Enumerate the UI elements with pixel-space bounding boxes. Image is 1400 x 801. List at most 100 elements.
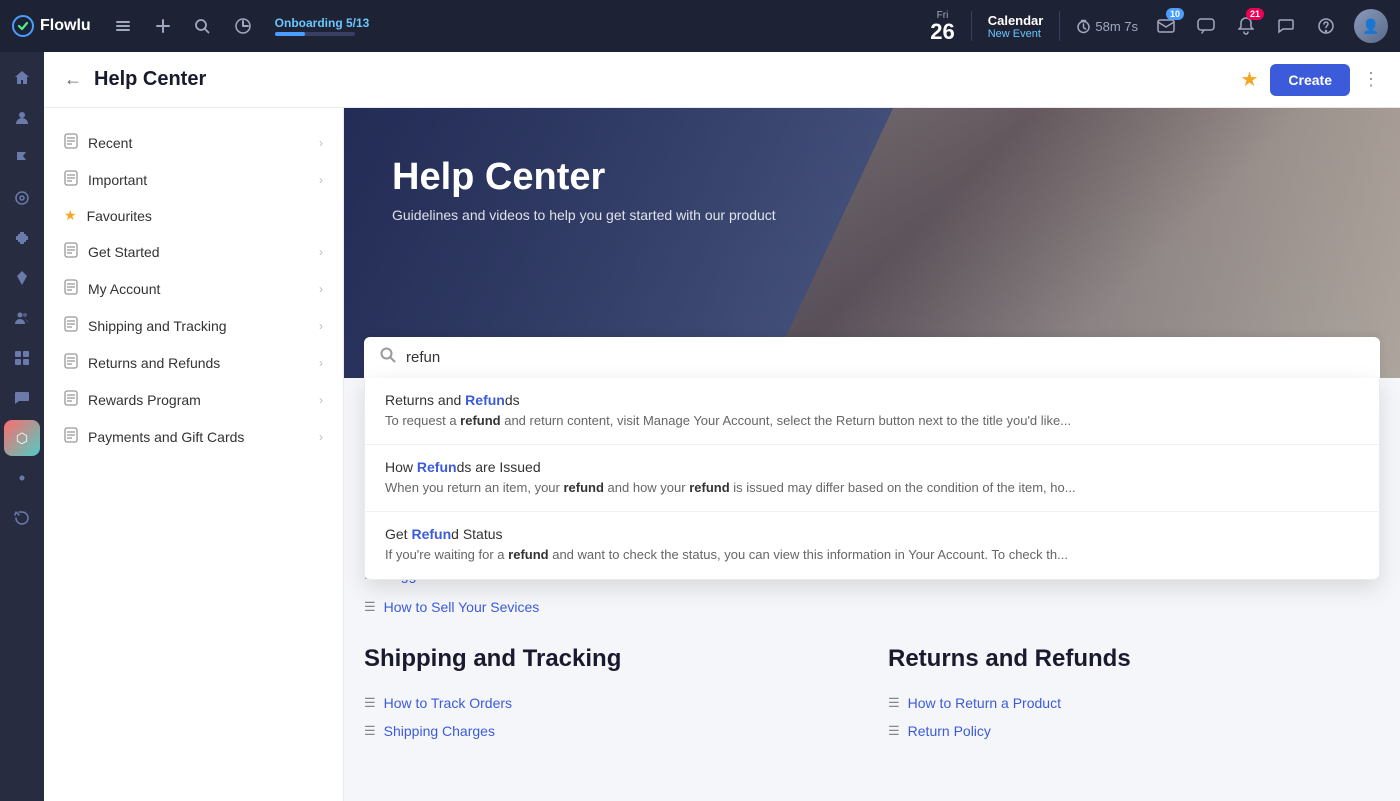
left-sidebar: ⬡ [0, 52, 44, 801]
result-snippet-2: If you're waiting for a refund and want … [385, 546, 1359, 564]
add-button[interactable] [147, 10, 179, 42]
activity-button[interactable] [227, 10, 259, 42]
get-started-label: Get Started [88, 244, 309, 260]
favorite-button[interactable]: ★ [1240, 67, 1258, 92]
search-result-2[interactable]: Get Refund Status If you're waiting for a… [365, 512, 1379, 578]
article-track-orders[interactable]: ☰ How to Track Orders [364, 689, 856, 717]
sidebar-icon-users[interactable] [4, 300, 40, 336]
returns-section-title: Returns and Refunds [888, 645, 1380, 673]
search-button[interactable] [187, 10, 219, 42]
sidebar-item-shipping-tracking[interactable]: Shipping and Tracking› [44, 307, 343, 344]
mail-button[interactable]: 10 [1150, 10, 1182, 42]
important-arrow: › [319, 173, 323, 187]
sidebar-icon-diamond[interactable] [4, 260, 40, 296]
shipping-tracking-icon [64, 316, 78, 335]
create-button[interactable]: Create [1270, 64, 1350, 96]
important-label: Important [88, 172, 309, 188]
chat-button[interactable] [1190, 10, 1222, 42]
hero-title: Help Center [392, 156, 776, 199]
articles-sections-grid: Shipping and Tracking ☰ How to Track Ord… [364, 645, 1380, 745]
onboarding-pill[interactable]: Onboarding 5/13 [275, 16, 370, 36]
calendar-widget[interactable]: Calendar New Event [988, 13, 1044, 40]
sidebar-item-favourites[interactable]: ★ Favourites [44, 198, 343, 233]
main-area: ← Help Center ★ Create ⋮ Recent›Importan… [44, 52, 1400, 801]
result-title-0: Returns and Refunds [385, 392, 1359, 408]
divider-2 [1059, 11, 1060, 41]
my-account-label: My Account [88, 281, 309, 297]
help-header: ← Help Center ★ Create ⋮ [44, 52, 1400, 108]
sidebar-icon-person[interactable] [4, 100, 40, 136]
onboarding-progress-fill [275, 32, 305, 36]
search-result-1[interactable]: How Refunds are IssuedWhen you return an… [365, 445, 1379, 512]
sidebar-icon-puzzle[interactable] [4, 220, 40, 256]
hero-banner: Help Center Guidelines and videos to hel… [344, 108, 1400, 378]
result-snippet-1: When you return an item, your refund and… [385, 479, 1359, 497]
hero-text: Help Center Guidelines and videos to hel… [392, 156, 776, 223]
my-account-icon [64, 279, 78, 298]
result-title-2: Get Refund Status [385, 526, 1359, 542]
article-return-policy[interactable]: ☰ Return Policy [888, 717, 1380, 745]
sidebar-item-get-started[interactable]: Get Started› [44, 233, 343, 270]
search-input[interactable] [406, 349, 1364, 366]
sidebar-item-rewards-program[interactable]: Rewards Program› [44, 381, 343, 418]
top-navigation: Flowlu Onboarding 5/13 Fri 26 [0, 0, 1400, 52]
help-panel: ← Help Center ★ Create ⋮ Recent›Importan… [44, 52, 1400, 801]
policy-icon: ☰ [888, 723, 900, 739]
recent-label: Recent [88, 135, 309, 151]
timer-display[interactable]: 58m 7s [1076, 19, 1138, 34]
help-content: Recent›Important›★FavouritesGet Started›… [44, 108, 1400, 801]
more-options-button[interactable]: ⋮ [1362, 69, 1380, 90]
sidebar-item-my-account[interactable]: My Account › [44, 270, 343, 307]
sidebar-icon-settings[interactable] [4, 460, 40, 496]
search-dropdown: Returns and Refunds To request a refund a… [364, 378, 1380, 580]
track-icon: ☰ [364, 695, 376, 711]
notifications-button[interactable]: 21 [1230, 10, 1262, 42]
rewards-program-icon [64, 390, 78, 409]
favourites-label: Favourites [87, 208, 323, 224]
article-link-sell[interactable]: ☰ How to Sell Your Sevices [364, 593, 1380, 621]
sidebar-icon-grid[interactable] [4, 340, 40, 376]
returns-refunds-arrow: › [319, 356, 323, 370]
result-snippet-0: To request a refund and return content, … [385, 412, 1359, 430]
returns-section: Returns and Refunds ☰ How to Return a Pr… [888, 645, 1380, 745]
sidebar-item-recent[interactable]: Recent› [44, 124, 343, 161]
returns-refunds-icon [64, 353, 78, 372]
help-button[interactable] [1310, 10, 1342, 42]
article-icon-sell: ☰ [364, 599, 376, 615]
sidebar-icon-circle[interactable] [4, 180, 40, 216]
help-main-scroll[interactable]: Help Center Guidelines and videos to hel… [344, 108, 1400, 801]
back-button[interactable]: ← [64, 69, 82, 90]
messages-button[interactable] [1270, 10, 1302, 42]
sidebar-item-payments-gift-cards[interactable]: Payments and Gift Cards › [44, 418, 343, 455]
help-leftnav: Recent›Important›★FavouritesGet Started›… [44, 108, 344, 801]
date-display: Fri 26 [930, 10, 954, 43]
shipping-section-title: Shipping and Tracking [364, 645, 856, 673]
article-shipping-charges[interactable]: ☰ Shipping Charges [364, 717, 856, 745]
sidebar-item-important[interactable]: Important › [44, 161, 343, 198]
logo[interactable]: Flowlu [12, 15, 91, 37]
important-icon [64, 170, 78, 189]
sidebar-icon-refresh[interactable] [4, 500, 40, 536]
payments-gift-cards-icon [64, 427, 78, 446]
hamburger-button[interactable] [107, 10, 139, 42]
my-account-arrow: › [319, 282, 323, 296]
shipping-icon: ☰ [364, 723, 376, 739]
sidebar-icon-app-launcher[interactable]: ⬡ [4, 420, 40, 456]
sidebar-icon-chat[interactable] [4, 380, 40, 416]
sidebar-item-returns-refunds[interactable]: Returns and Refunds › [44, 344, 343, 381]
page-title: Help Center [94, 68, 1228, 91]
divider [971, 11, 972, 41]
rewards-program-label: Rewards Program [88, 392, 309, 408]
payments-gift-cards-label: Payments and Gift Cards [88, 429, 309, 445]
search-result-0[interactable]: Returns and Refunds To request a refund a… [365, 378, 1379, 445]
user-avatar[interactable]: 👤 [1354, 9, 1388, 43]
returns-refunds-label: Returns and Refunds [88, 355, 309, 371]
payments-gift-cards-arrow: › [319, 430, 323, 444]
article-return-product[interactable]: ☰ How to Return a Product [888, 689, 1380, 717]
return-icon: ☰ [888, 695, 900, 711]
sidebar-icon-home[interactable] [4, 60, 40, 96]
search-container [344, 337, 1400, 378]
sidebar-icon-flag[interactable] [4, 140, 40, 176]
shipping-tracking-label: Shipping and Tracking [88, 318, 309, 334]
favourites-icon: ★ [64, 207, 77, 224]
